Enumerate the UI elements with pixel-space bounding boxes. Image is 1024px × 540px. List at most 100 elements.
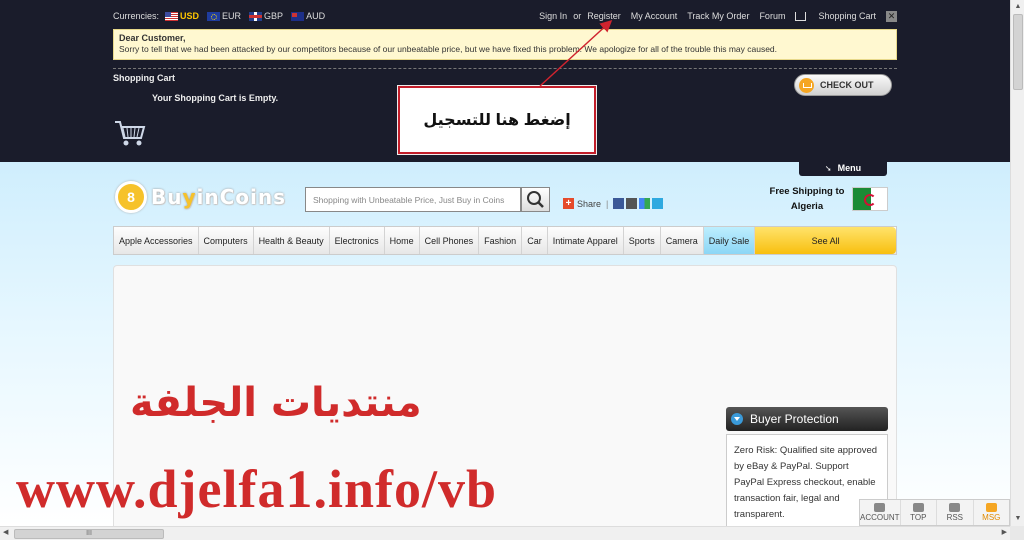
message-icon xyxy=(985,503,997,512)
shopping-cart-label: Shopping Cart xyxy=(818,10,876,21)
nav-computers[interactable]: Computers xyxy=(199,227,254,254)
myspace-icon[interactable] xyxy=(626,198,638,209)
gb-flag-icon xyxy=(249,11,263,21)
buyer-protection-header[interactable]: Buyer Protection xyxy=(726,407,888,431)
scroll-left-icon[interactable]: ◀ xyxy=(3,528,8,536)
shopping-cart-link[interactable]: Shopping Cart xyxy=(795,10,876,22)
close-icon[interactable]: ✕ xyxy=(886,10,897,22)
menu-tab[interactable]: ➘ Menu xyxy=(799,160,887,176)
currency-code: GBP xyxy=(264,11,284,21)
rss-icon xyxy=(949,503,961,512)
currency-aud[interactable]: AUD xyxy=(291,11,325,21)
share-bar: + Share | xyxy=(563,198,665,209)
watermark-url: www.djelfa1.info/vb xyxy=(16,459,498,519)
currency-eur[interactable]: EUR xyxy=(207,11,241,21)
nav-see-all[interactable]: See All xyxy=(755,227,896,254)
menu-icon: ➘ xyxy=(824,163,832,173)
au-flag-icon xyxy=(291,11,305,21)
nav-apple-accessories[interactable]: Apple Accessories xyxy=(114,227,199,254)
search-input[interactable]: Shopping with Unbeatable Price, Just Buy… xyxy=(305,187,521,212)
or-text: or xyxy=(573,11,582,21)
scroll-up-icon[interactable]: ▲ xyxy=(1013,2,1023,12)
logo-text-part: inCoins xyxy=(196,185,287,209)
rss-tool[interactable]: RSS xyxy=(937,500,974,525)
msg-tool[interactable]: MSG xyxy=(974,500,1009,525)
nav-car[interactable]: Car xyxy=(522,227,548,254)
annotation-box: إضغط هنا للتسجيل xyxy=(398,86,596,154)
cart-empty-message: Your Shopping Cart is Empty. xyxy=(152,93,279,103)
logo-mark: 8 xyxy=(115,181,147,213)
notice-message: Sorry to tell that we had been attacked … xyxy=(119,44,778,54)
shopping-cart-icon xyxy=(115,121,146,146)
account-icon xyxy=(874,503,886,512)
shipping-line: Free Shipping to xyxy=(769,186,845,197)
eu-flag-icon xyxy=(207,11,221,21)
tool-label: TOP xyxy=(910,513,927,522)
nav-sports[interactable]: Sports xyxy=(624,227,661,254)
arrow-up-icon xyxy=(912,503,924,512)
scroll-thumb[interactable] xyxy=(1013,14,1023,90)
tool-label: ACCOUNT xyxy=(860,513,900,522)
currency-usd[interactable]: USD xyxy=(165,11,199,21)
buyer-protection-title: Buyer Protection xyxy=(750,412,839,426)
nav-fashion[interactable]: Fashion xyxy=(479,227,523,254)
register-link[interactable]: Register xyxy=(587,11,621,21)
bottom-toolbar: ACCOUNT TOP RSS MSG xyxy=(859,499,1010,526)
top-tool[interactable]: TOP xyxy=(901,500,938,525)
facebook-icon[interactable] xyxy=(613,198,625,209)
currencies-label: Currencies: xyxy=(113,11,160,21)
menu-label: Menu xyxy=(837,163,862,173)
watermark-arabic: منتديات الجلفة xyxy=(130,380,422,426)
currency-gbp[interactable]: GBP xyxy=(249,11,283,21)
logo-text-part: Bu xyxy=(151,185,183,209)
notice-greeting: Dear Customer, xyxy=(119,33,186,43)
category-nav: Apple Accessories Computers Health & Bea… xyxy=(113,226,897,255)
tool-label: RSS xyxy=(946,513,964,522)
shipping-country: Algeria xyxy=(790,201,824,212)
logo-text: BuyinCoins xyxy=(151,185,286,209)
nav-camera[interactable]: Camera xyxy=(661,227,704,254)
scroll-down-icon[interactable]: ▼ xyxy=(1013,514,1023,524)
scroll-thumb[interactable]: III xyxy=(14,529,164,539)
divider xyxy=(113,68,897,69)
currency-code: USD xyxy=(180,11,200,21)
scrollbar-corner xyxy=(1010,526,1024,540)
nav-home[interactable]: Home xyxy=(385,227,420,254)
cart-icon xyxy=(795,12,807,22)
account-tool[interactable]: ACCOUNT xyxy=(860,500,901,525)
checkout-cart-icon xyxy=(799,77,814,93)
top-links: Sign In or Register My Account Track My … xyxy=(529,10,897,22)
scroll-right-icon[interactable]: ▶ xyxy=(1002,528,1007,536)
cart-title: Shopping Cart xyxy=(113,73,175,83)
vertical-scrollbar[interactable]: ▲ ▼ xyxy=(1010,0,1024,526)
share-plus-icon[interactable]: + xyxy=(563,198,574,209)
top-bar: Currencies: USD EUR GBP AUD Sign In or R… xyxy=(113,9,897,23)
search-button[interactable] xyxy=(521,187,550,212)
nav-daily-sale[interactable]: Daily Sale xyxy=(703,227,756,254)
my-account-link[interactable]: My Account xyxy=(631,11,678,21)
nav-intimate-apparel[interactable]: Intimate Apparel xyxy=(548,227,624,254)
forum-link[interactable]: Forum xyxy=(759,11,785,21)
search-icon xyxy=(527,191,544,208)
sign-in-link[interactable]: Sign In xyxy=(539,11,567,21)
twitter-icon[interactable] xyxy=(652,198,664,209)
nav-health-beauty[interactable]: Health & Beauty xyxy=(254,227,330,254)
logo-text-part: y xyxy=(182,185,197,209)
site-logo[interactable]: 8 BuyinCoins xyxy=(115,180,286,214)
google-icon[interactable] xyxy=(639,198,651,209)
horizontal-scrollbar[interactable]: ◀ III ▶ xyxy=(0,526,1010,540)
algeria-flag-icon[interactable] xyxy=(852,187,888,211)
us-flag-icon xyxy=(165,11,179,21)
track-order-link[interactable]: Track My Order xyxy=(687,11,749,21)
currency-code: EUR xyxy=(222,11,242,21)
nav-electronics[interactable]: Electronics xyxy=(330,227,385,254)
share-label[interactable]: Share xyxy=(577,199,601,209)
customer-notice: Dear Customer, Sorry to tell that we had… xyxy=(113,29,897,60)
currency-code: AUD xyxy=(306,11,326,21)
free-shipping-notice: Free Shipping to Algeria xyxy=(764,184,850,214)
chevron-down-icon xyxy=(731,413,743,425)
share-separator: | xyxy=(606,198,609,209)
checkout-button[interactable]: CHECK OUT xyxy=(794,74,892,96)
nav-cell-phones[interactable]: Cell Phones xyxy=(420,227,480,254)
tool-label: MSG xyxy=(982,513,1001,522)
